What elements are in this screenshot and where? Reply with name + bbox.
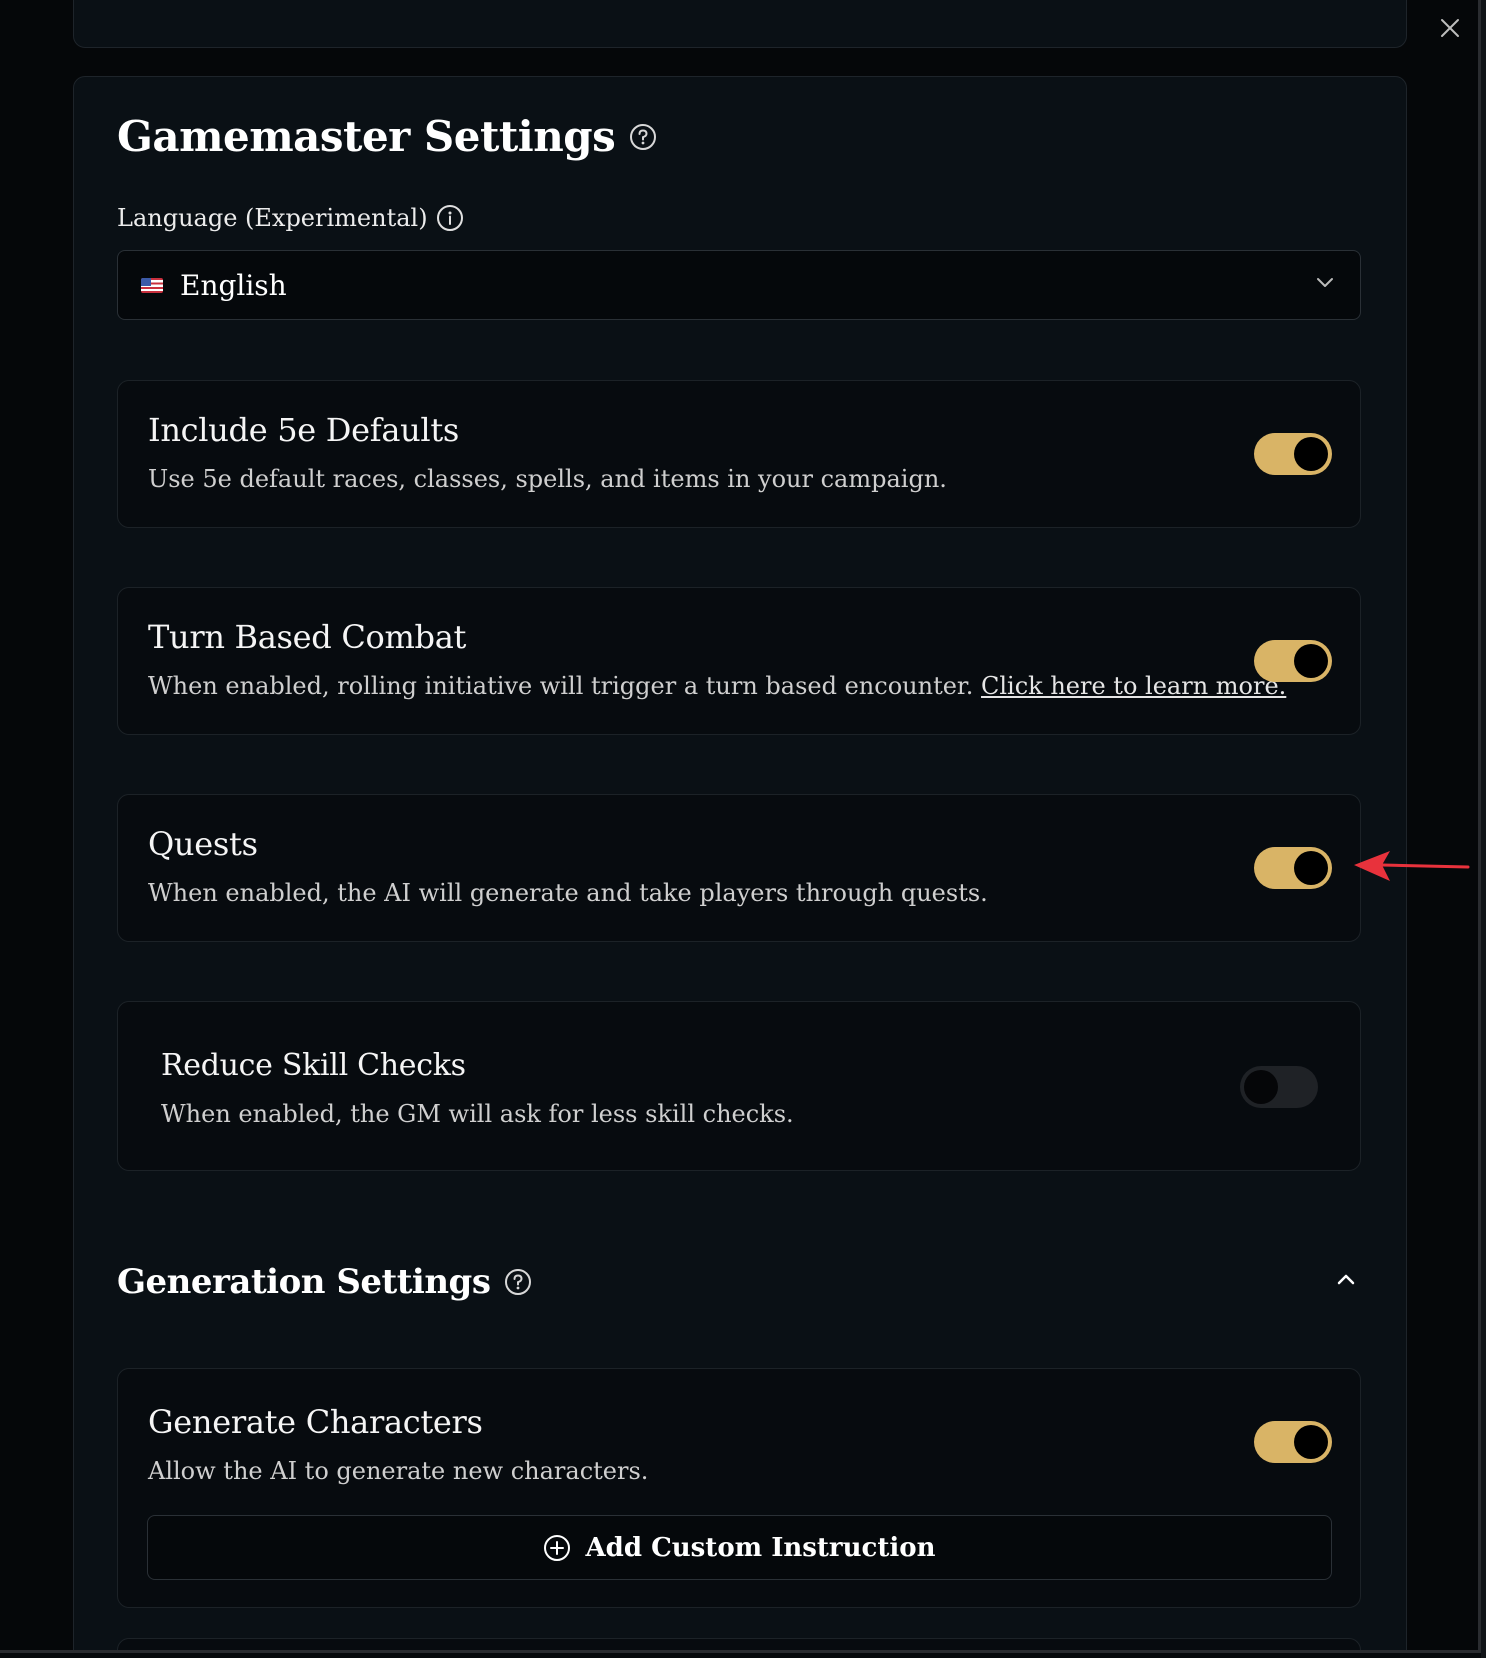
language-label: Language (Experimental)	[117, 204, 428, 232]
scrollbar-track[interactable]	[1481, 0, 1486, 1658]
toggle-turn-based-combat[interactable]	[1254, 640, 1332, 682]
toggle-reduce-skill-checks[interactable]	[1240, 1066, 1318, 1108]
setting-title: Turn Based Combat	[148, 618, 467, 656]
chevron-up-icon[interactable]	[1336, 1272, 1356, 1286]
setting-include-5e-defaults: Include 5e Defaults Use 5e default races…	[117, 380, 1361, 528]
add-custom-instruction-label: Add Custom Instruction	[585, 1532, 936, 1563]
toggle-include-5e-defaults[interactable]	[1254, 433, 1332, 475]
help-icon[interactable]	[504, 1268, 532, 1296]
language-label-row: Language (Experimental)	[117, 204, 464, 232]
us-flag-icon	[141, 277, 163, 293]
setting-description: When enabled, the AI will generate and t…	[148, 879, 988, 907]
next-setting-card	[117, 1638, 1361, 1650]
gamemaster-settings-title: Gamemaster Settings	[117, 112, 616, 161]
help-icon[interactable]	[629, 123, 657, 151]
setting-title: Generate Characters	[148, 1403, 483, 1441]
add-custom-instruction-button[interactable]: Add Custom Instruction	[147, 1515, 1332, 1580]
learn-more-link[interactable]: Click here to learn more.	[981, 672, 1286, 700]
setting-description: Use 5e default races, classes, spells, a…	[148, 465, 947, 493]
setting-description-text: When enabled, rolling initiative will tr…	[148, 672, 974, 700]
plus-circle-icon	[544, 1534, 571, 1561]
setting-title: Reduce Skill Checks	[161, 1048, 466, 1083]
generation-settings-heading: Generation Settings	[117, 1262, 532, 1302]
gamemaster-settings-heading: Gamemaster Settings	[117, 112, 657, 161]
setting-title: Quests	[148, 825, 258, 863]
setting-reduce-skill-checks: Reduce Skill Checks When enabled, the GM…	[117, 1001, 1361, 1171]
setting-description: Allow the AI to generate new characters.	[148, 1457, 649, 1485]
language-select[interactable]: English	[117, 250, 1361, 320]
annotation-arrow-icon	[1354, 851, 1470, 881]
toggle-quests[interactable]	[1254, 847, 1332, 889]
close-icon	[1441, 19, 1459, 37]
chevron-down-icon	[1316, 277, 1334, 289]
setting-turn-based-combat: Turn Based Combat When enabled, rolling …	[117, 587, 1361, 735]
info-icon[interactable]	[436, 204, 464, 232]
setting-description: When enabled, rolling initiative will tr…	[148, 672, 1286, 700]
generation-settings-title: Generation Settings	[117, 1262, 491, 1302]
setting-quests: Quests When enabled, the AI will generat…	[117, 794, 1361, 942]
toggle-generate-characters[interactable]	[1254, 1421, 1332, 1463]
previous-section-card	[73, 0, 1407, 48]
settings-modal: Gamemaster Settings Language (Experiment…	[0, 0, 1481, 1653]
setting-description: When enabled, the GM will ask for less s…	[161, 1100, 794, 1128]
language-value: English	[180, 268, 287, 302]
setting-title: Include 5e Defaults	[148, 411, 460, 449]
close-button[interactable]	[1436, 14, 1464, 42]
